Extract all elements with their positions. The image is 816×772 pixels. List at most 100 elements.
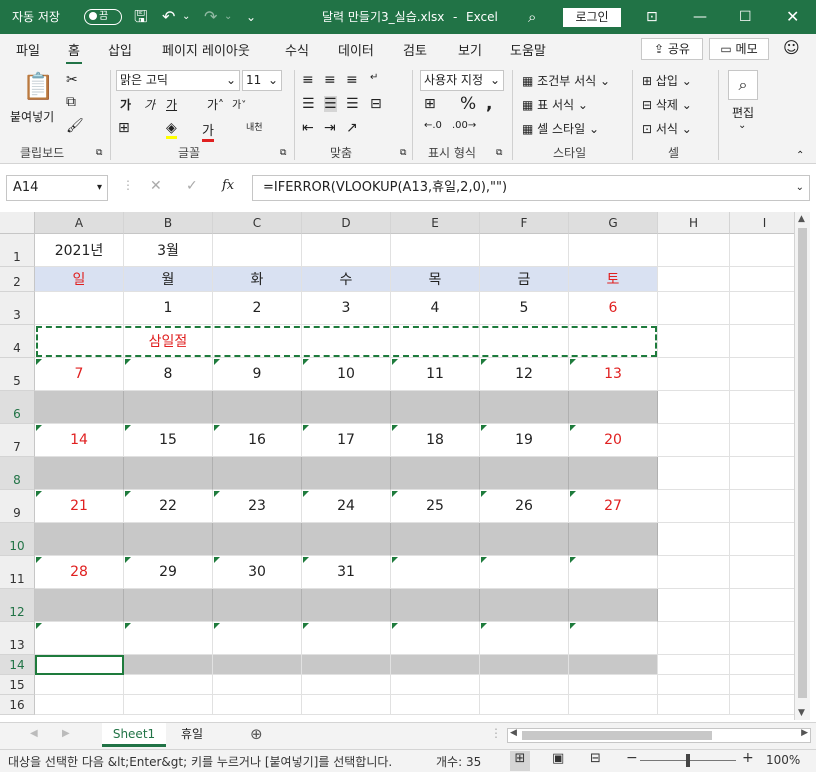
row-header-12[interactable]: 12 (0, 589, 35, 622)
cell-f10[interactable] (480, 523, 569, 556)
table-format-button[interactable]: ▦ 표 서식 ⌄ (522, 96, 588, 113)
column-header-a[interactable]: A (35, 212, 124, 234)
zoom-out-icon[interactable]: − (626, 750, 638, 766)
cell-i8[interactable] (730, 457, 800, 490)
scroll-right-icon[interactable]: ▶ (801, 728, 808, 738)
cell-e9[interactable]: 25 (391, 490, 480, 523)
column-header-g[interactable]: G (569, 212, 658, 234)
cell-h6[interactable] (658, 391, 730, 424)
cell-c2[interactable]: 화 (213, 267, 302, 292)
cell-f16[interactable] (480, 695, 569, 715)
cell-c1[interactable] (213, 234, 302, 267)
cell-i16[interactable] (730, 695, 800, 715)
cell-b9[interactable]: 22 (124, 490, 213, 523)
cell-b1[interactable]: 3월 (124, 234, 213, 267)
column-header-d[interactable]: D (302, 212, 391, 234)
cell-h7[interactable] (658, 424, 730, 457)
cell-e15[interactable] (391, 675, 480, 695)
cell-f12[interactable] (480, 589, 569, 622)
cell-g13[interactable] (569, 622, 658, 655)
cell-h9[interactable] (658, 490, 730, 523)
cell-i2[interactable] (730, 267, 800, 292)
cell-a2[interactable]: 일 (35, 267, 124, 292)
cell-b11[interactable]: 29 (124, 556, 213, 589)
cell-d9[interactable]: 24 (302, 490, 391, 523)
zoom-slider-thumb[interactable] (686, 754, 690, 767)
cell-g2[interactable]: 토 (569, 267, 658, 292)
cell-i14[interactable] (730, 655, 800, 675)
sheet-tab-sheet1[interactable]: Sheet1 (102, 723, 166, 747)
cell-a11[interactable]: 28 (35, 556, 124, 589)
cut-icon[interactable]: ✂ (66, 72, 78, 88)
cell-c14[interactable] (213, 655, 302, 675)
row-header-14[interactable]: 14 (0, 655, 35, 675)
cell-i5[interactable] (730, 358, 800, 391)
phonetic-icon[interactable]: 내천 (246, 120, 263, 133)
name-box[interactable]: A14 ▾ (6, 175, 108, 201)
cell-style-button[interactable]: ▦ 셀 스타일 ⌄ (522, 120, 599, 137)
tab-formulas[interactable]: 수식 (285, 40, 309, 59)
italic-icon[interactable]: 가 (144, 96, 155, 113)
cell-b14[interactable] (124, 655, 213, 675)
cell-h5[interactable] (658, 358, 730, 391)
scroll-up-icon[interactable]: ▲ (798, 214, 805, 224)
cell-g15[interactable] (569, 675, 658, 695)
align-bottom-icon[interactable]: ≡ (346, 72, 358, 88)
cell-f9[interactable]: 26 (480, 490, 569, 523)
row-header-4[interactable]: 4 (0, 325, 35, 358)
row-header-13[interactable]: 13 (0, 622, 35, 655)
format-painter-icon[interactable]: 🖌 (66, 118, 84, 134)
horizontal-scrollbar[interactable]: ◀ ▶ (507, 728, 811, 743)
row-header-7[interactable]: 7 (0, 424, 35, 457)
cell-c12[interactable] (213, 589, 302, 622)
cell-i3[interactable] (730, 292, 800, 325)
row-header-11[interactable]: 11 (0, 556, 35, 589)
cell-h3[interactable] (658, 292, 730, 325)
edit-button[interactable]: 편집 (732, 104, 754, 121)
zoom-in-icon[interactable]: + (742, 750, 754, 766)
cell-a6[interactable] (35, 391, 124, 424)
redo-icon[interactable]: ↷ (204, 0, 217, 34)
select-all-corner[interactable] (0, 212, 35, 234)
cell-a16[interactable] (35, 695, 124, 715)
cell-g5[interactable]: 13 (569, 358, 658, 391)
cell-c15[interactable] (213, 675, 302, 695)
page-break-view-icon[interactable]: ⊟ (590, 751, 601, 766)
cell-f13[interactable] (480, 622, 569, 655)
undo-icon[interactable]: ↶ (162, 0, 175, 34)
cell-d3[interactable]: 3 (302, 292, 391, 325)
cell-e12[interactable] (391, 589, 480, 622)
border-icon[interactable]: ⊞ (118, 120, 130, 136)
cell-i7[interactable] (730, 424, 800, 457)
format-cells-button[interactable]: ⊡ 서식 ⌄ (642, 120, 692, 137)
collapse-ribbon-icon[interactable]: ⌃ (796, 150, 804, 161)
cell-e1[interactable] (391, 234, 480, 267)
cell-b7[interactable]: 15 (124, 424, 213, 457)
zoom-level[interactable]: 100% (766, 753, 800, 767)
paste-button[interactable]: 붙여넣기 (10, 108, 54, 125)
undo-dropdown-icon[interactable]: ⌄ (182, 0, 190, 34)
cell-d2[interactable]: 수 (302, 267, 391, 292)
cell-d16[interactable] (302, 695, 391, 715)
delete-cells-button[interactable]: ⊟ 삭제 ⌄ (642, 96, 692, 113)
cell-h8[interactable] (658, 457, 730, 490)
cell-b15[interactable] (124, 675, 213, 695)
enter-icon[interactable]: ✓ (186, 178, 198, 194)
cell-f15[interactable] (480, 675, 569, 695)
cell-a13[interactable] (35, 622, 124, 655)
number-format-select[interactable]: 사용자 지정 ⌄ (420, 70, 504, 91)
conditional-format-button[interactable]: ▦ 조건부 서식 ⌄ (522, 72, 610, 89)
cell-a5[interactable]: 7 (35, 358, 124, 391)
cell-a8[interactable] (35, 457, 124, 490)
prev-sheet-icon[interactable]: ◀ (30, 728, 38, 739)
cell-h13[interactable] (658, 622, 730, 655)
decrease-decimal-icon[interactable]: .00→ (452, 120, 476, 131)
cell-c16[interactable] (213, 695, 302, 715)
formula-input[interactable]: =IFERROR(VLOOKUP(A13,휴일,2,0),"") ⌄ (252, 175, 810, 201)
active-cell-outline[interactable] (35, 655, 124, 675)
column-header-e[interactable]: E (391, 212, 480, 234)
cell-b3[interactable]: 1 (124, 292, 213, 325)
cell-e14[interactable] (391, 655, 480, 675)
tab-page-layout[interactable]: 페이지 레이아웃 (162, 40, 250, 59)
cell-f8[interactable] (480, 457, 569, 490)
